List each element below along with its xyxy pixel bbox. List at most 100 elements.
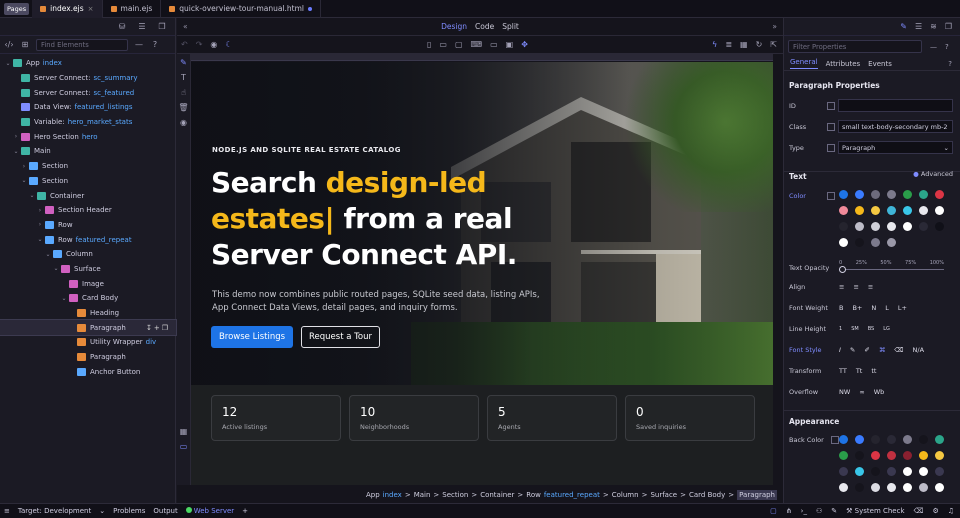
web-server-status[interactable]: Web Server — [185, 507, 234, 515]
breadcrumb-item[interactable]: Container — [480, 491, 514, 499]
code-icon[interactable]: ‹/› — [4, 40, 14, 50]
list-icon[interactable]: ☰ — [915, 22, 922, 31]
tab-index-ejs[interactable]: index.ejs × — [32, 0, 103, 18]
breadcrumb-item[interactable]: Main — [414, 491, 431, 499]
edit-icon[interactable]: ✎ — [900, 22, 907, 31]
overflow-option[interactable]: Wb — [874, 388, 885, 396]
weight-option[interactable]: N — [871, 304, 876, 312]
add-icon[interactable]: + — [154, 324, 162, 332]
lh-option[interactable]: LG — [883, 326, 890, 332]
color-swatch[interactable] — [935, 483, 944, 492]
phone-icon[interactable]: ▯ — [427, 40, 431, 49]
tree-node[interactable]: › Section — [0, 159, 176, 174]
undo-icon[interactable]: ↶ — [181, 40, 188, 49]
edit-icon[interactable]: ✎ — [177, 58, 190, 67]
color-swatch[interactable] — [839, 451, 848, 460]
color-swatch[interactable] — [919, 435, 928, 444]
color-swatch[interactable] — [871, 435, 880, 444]
browse-listings-button[interactable]: Browse Listings — [211, 326, 293, 348]
chevron-icon[interactable]: › — [36, 221, 44, 228]
hero-lead[interactable]: This demo now combines public routed pag… — [212, 289, 552, 315]
color-swatch[interactable] — [919, 206, 928, 215]
style-option[interactable]: N/A — [913, 346, 925, 354]
clear-format-icon[interactable]: ⌫ — [894, 346, 903, 354]
tree-node[interactable]: Anchor Button — [0, 364, 176, 379]
color-swatch[interactable] — [887, 483, 896, 492]
window-icon[interactable]: ▢ — [770, 507, 777, 515]
chevron-icon[interactable]: ⌄ — [36, 236, 44, 243]
breadcrumb-item[interactable]: Column — [612, 491, 639, 499]
camera-icon[interactable]: ◉ — [210, 40, 217, 49]
grid-icon[interactable]: ▦ — [740, 40, 748, 49]
color-swatch[interactable] — [871, 238, 880, 247]
hand-icon[interactable]: ☝ — [177, 88, 190, 97]
breadcrumb-item[interactable]: App — [366, 491, 380, 499]
moon-icon[interactable]: ☾ — [225, 40, 232, 49]
phone-wide-icon[interactable]: ▭ — [439, 40, 447, 49]
chevron-icon[interactable]: › — [36, 207, 44, 214]
stack-icon[interactable]: ≋ — [930, 22, 937, 31]
chevron-icon[interactable]: ⌄ — [52, 265, 60, 272]
tree-node[interactable]: ⌄ Card Body — [0, 291, 176, 306]
color-swatch[interactable] — [839, 238, 848, 247]
tree-node[interactable]: ⌄ Column — [0, 247, 176, 262]
copy-icon[interactable]: ❐ — [945, 22, 952, 31]
tree-node[interactable]: ⌄ Container — [0, 188, 176, 203]
highlight-icon[interactable]: ⌘ — [879, 346, 886, 354]
lh-option[interactable]: SM — [851, 326, 859, 332]
tree-node[interactable]: Image — [0, 276, 176, 291]
color-swatch[interactable] — [839, 435, 848, 444]
tab-main-ejs[interactable]: main.ejs — [103, 0, 162, 18]
color-swatch[interactable] — [919, 467, 928, 476]
refresh-icon[interactable]: ↻ — [756, 40, 763, 49]
problems-tab[interactable]: Problems — [113, 507, 145, 515]
pen-icon[interactable]: ✎ — [831, 507, 837, 515]
color-swatch[interactable] — [887, 467, 896, 476]
lightning-icon[interactable]: ϟ — [712, 40, 717, 49]
tab-quick-overview[interactable]: quick-overview-tour-manual.html — [161, 0, 322, 18]
chevron-icon[interactable]: ⌄ — [20, 177, 28, 184]
color-swatch[interactable] — [935, 222, 944, 231]
align-right-icon[interactable]: ≡ — [868, 283, 873, 291]
pages-badge[interactable]: Pages — [4, 2, 30, 15]
system-check-button[interactable]: ⚒ System Check — [846, 507, 904, 515]
color-swatch[interactable] — [871, 222, 880, 231]
page-canvas[interactable]: NODE.JS AND SQLITE REAL ESTATE CATALOG S… — [191, 62, 773, 485]
mode-code[interactable]: Code — [475, 22, 494, 31]
help-icon[interactable]: ? — [945, 43, 949, 51]
color-swatch[interactable] — [887, 435, 896, 444]
list-icon[interactable]: ☰ — [137, 22, 147, 32]
desktop-icon[interactable]: ▣ — [506, 40, 514, 49]
color-swatch[interactable] — [839, 222, 848, 231]
chevron-icon[interactable]: ⌄ — [28, 192, 36, 199]
color-swatch[interactable] — [903, 190, 912, 199]
stat-card[interactable]: 0 Saved inquiries — [625, 395, 755, 441]
chevron-icon[interactable]: ⌄ — [44, 251, 52, 258]
breadcrumb-item[interactable]: index — [383, 491, 402, 499]
request-tour-button[interactable]: Request a Tour — [301, 326, 380, 348]
tab-attributes[interactable]: Attributes — [826, 60, 861, 68]
hero-eyebrow[interactable]: NODE.JS AND SQLITE REAL ESTATE CATALOG — [212, 146, 401, 154]
color-swatch[interactable] — [871, 190, 880, 199]
breadcrumb-item[interactable]: featured_repeat — [544, 491, 600, 499]
color-swatch[interactable] — [919, 451, 928, 460]
color-swatch[interactable] — [871, 451, 880, 460]
node-actions[interactable]: ↧+❐ — [146, 324, 170, 332]
tree-node[interactable]: Data View: featured_listings — [0, 100, 176, 115]
chevron-icon[interactable]: › — [20, 163, 28, 170]
stat-card[interactable]: 10 Neighborhoods — [349, 395, 479, 441]
color-swatch[interactable] — [903, 483, 912, 492]
hero-title[interactable]: Search design-led estates| from a real S… — [211, 165, 541, 273]
color-swatch[interactable] — [887, 190, 896, 199]
tree-node[interactable]: Utility Wrapper div — [0, 335, 176, 350]
tree-icon[interactable]: ⋔ — [786, 507, 792, 515]
stat-card[interactable]: 12 Active listings — [211, 395, 341, 441]
slider-handle[interactable] — [839, 266, 846, 273]
chevron-icon[interactable]: › — [12, 133, 20, 140]
color-swatch[interactable] — [855, 238, 864, 247]
chevron-icon[interactable]: ⌄ — [12, 148, 20, 155]
collapse-icon[interactable]: — — [134, 40, 144, 50]
tree-node[interactable]: ⌄ Main — [0, 144, 176, 159]
transform-option[interactable]: Tt — [856, 367, 863, 375]
panel-icon[interactable]: ▭ — [177, 442, 190, 451]
